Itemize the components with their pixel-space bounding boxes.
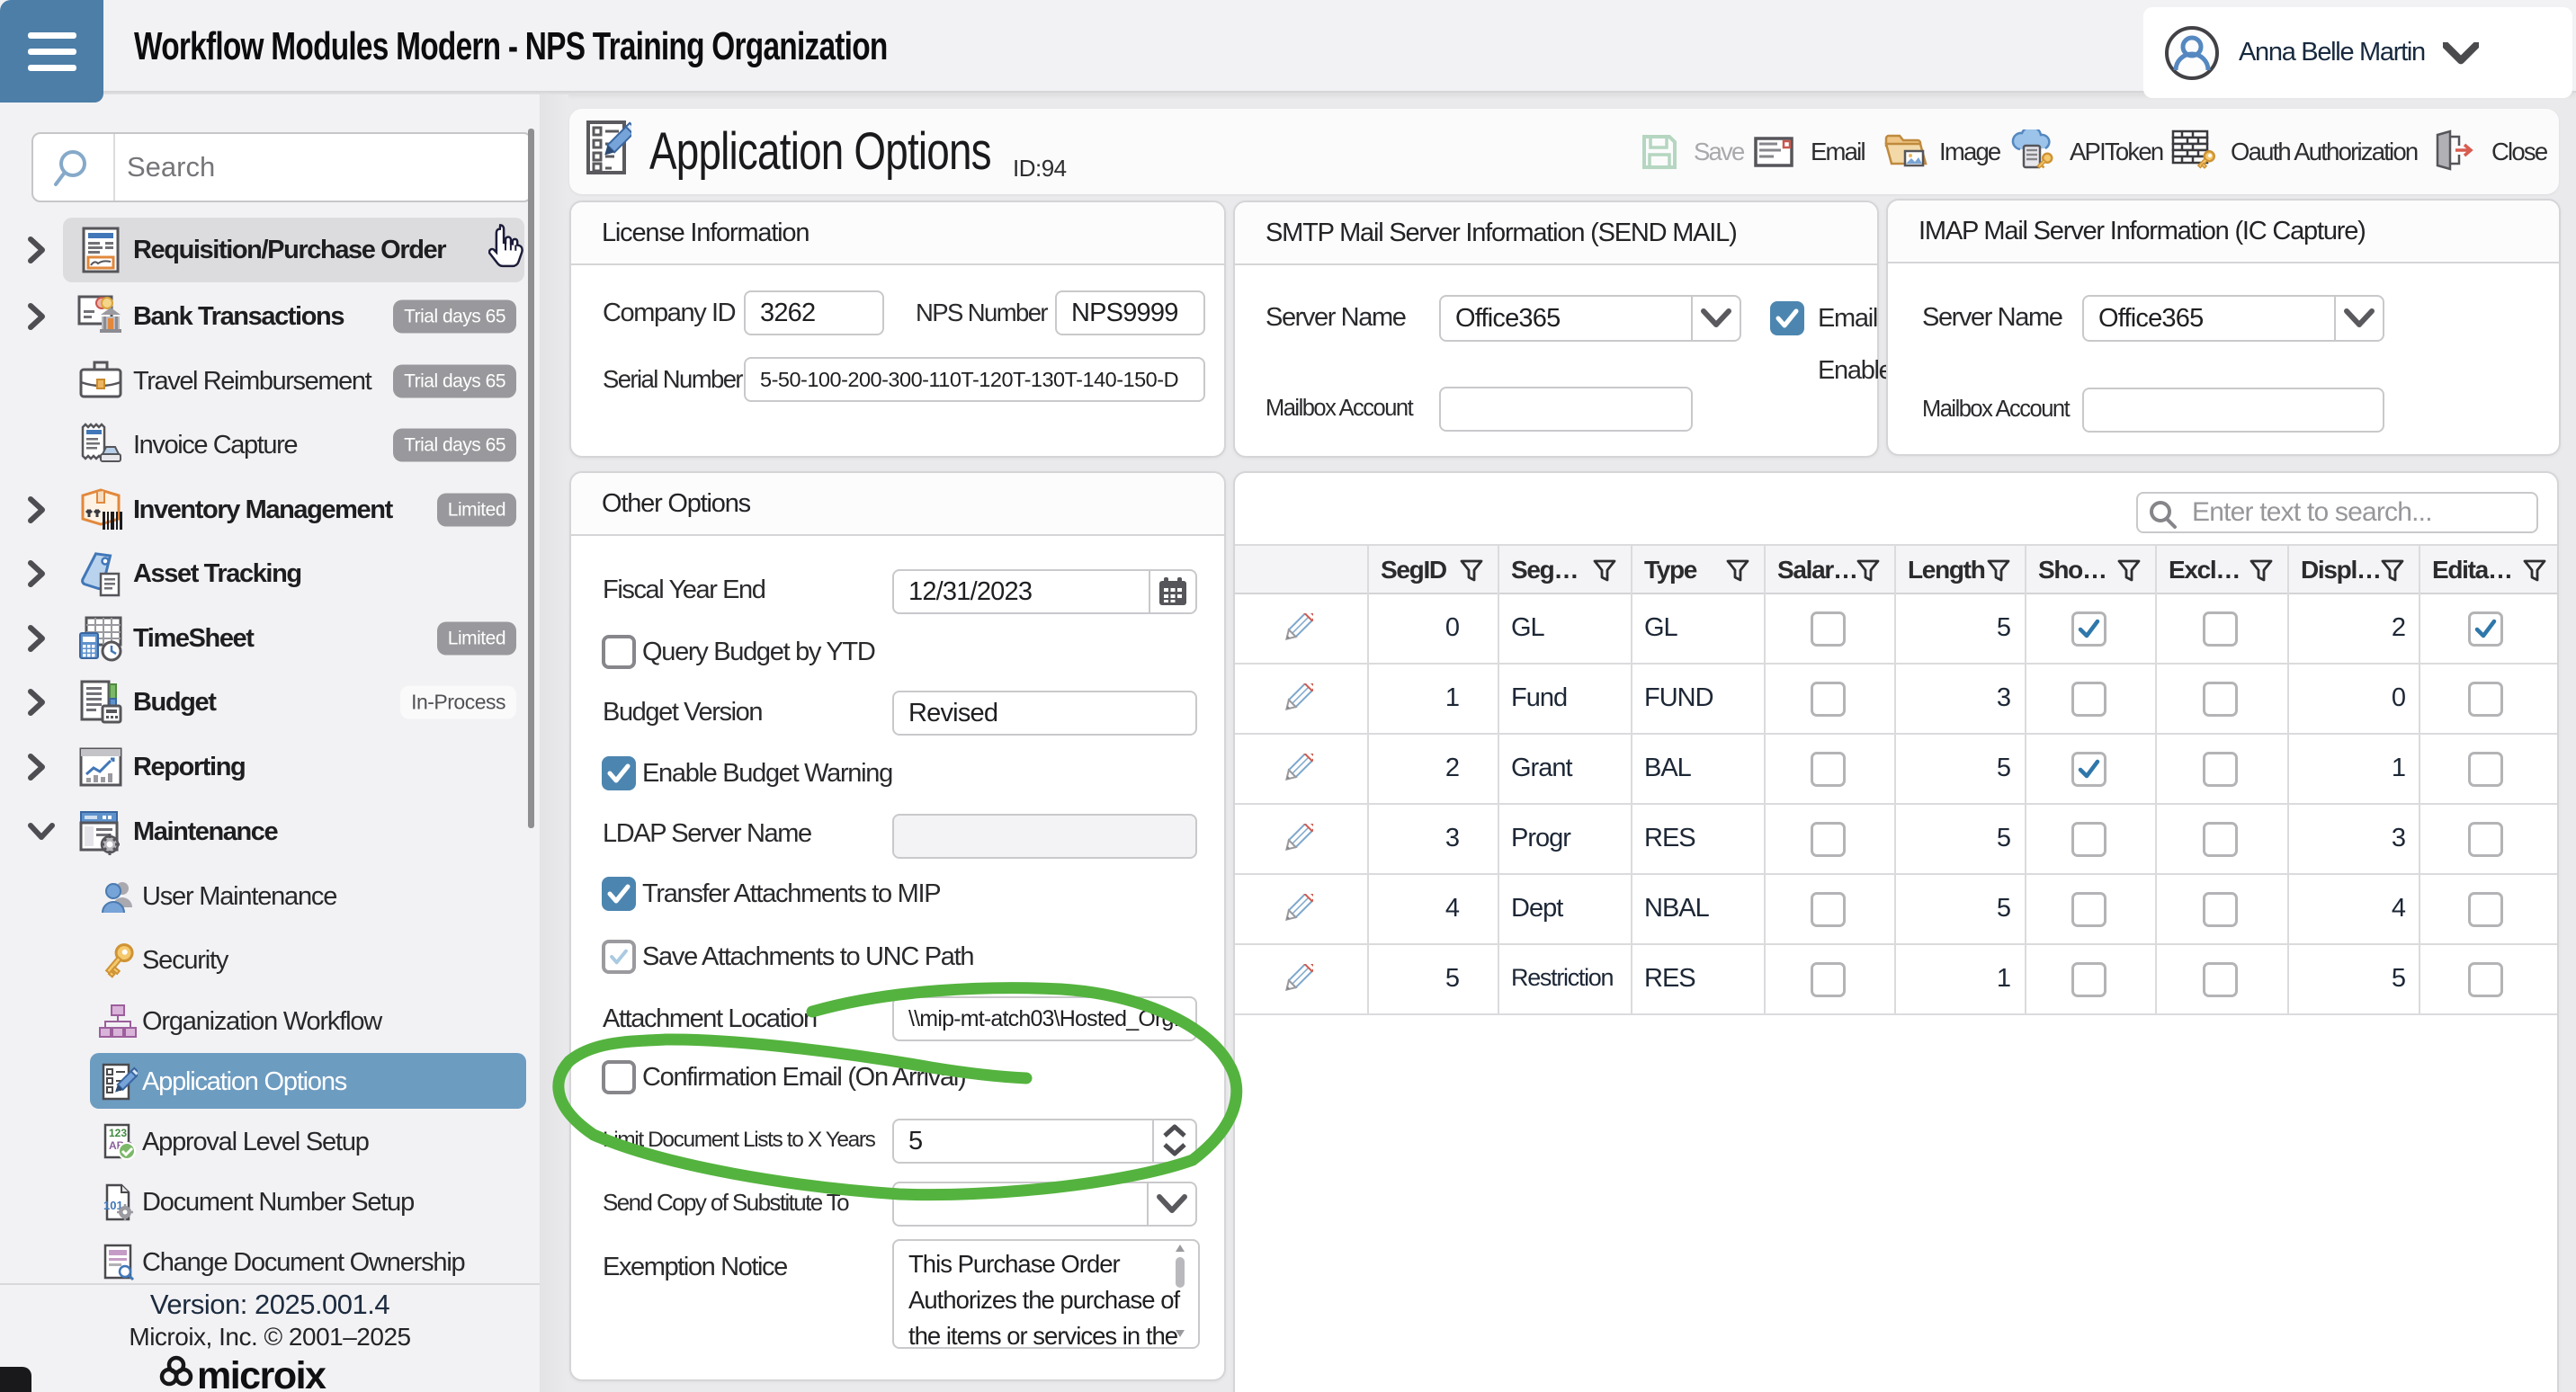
svg-text:microix: microix xyxy=(197,1354,326,1392)
svg-text:123: 123 xyxy=(109,1127,127,1139)
